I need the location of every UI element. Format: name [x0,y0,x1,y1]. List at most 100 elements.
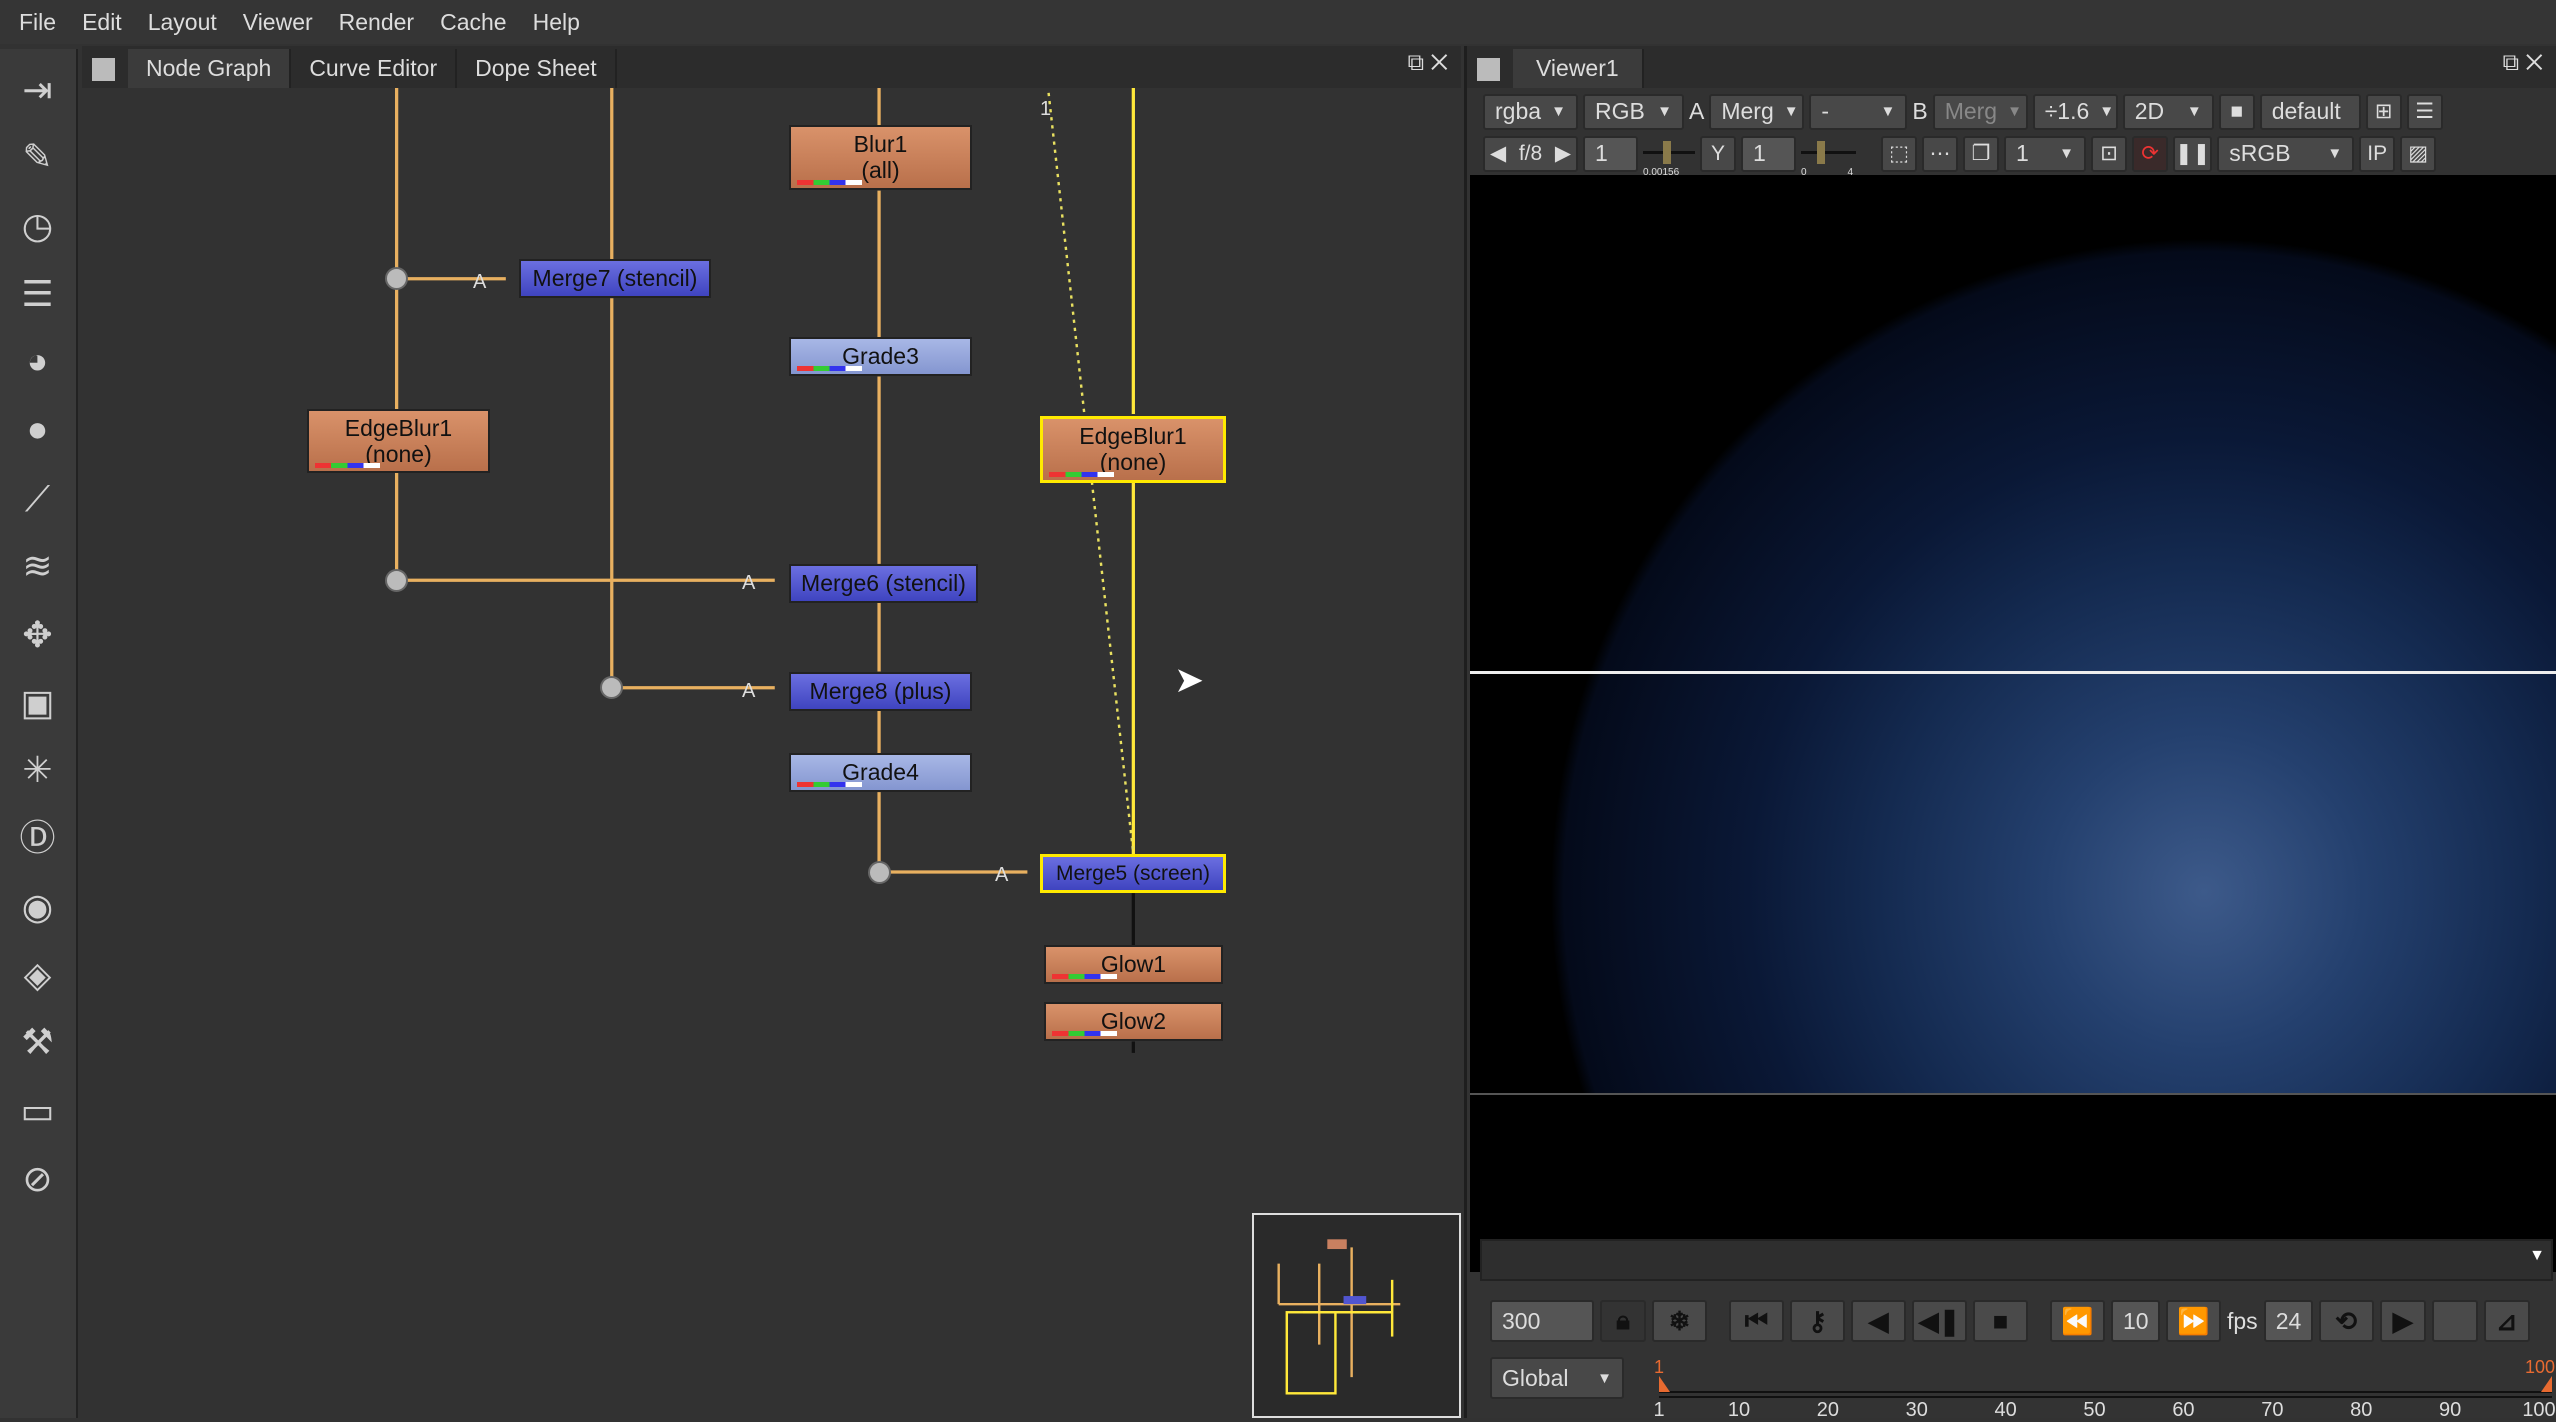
channel-icon[interactable]: ☰ [13,269,62,318]
particles-icon[interactable]: ✳ [13,745,62,794]
timeline-track[interactable]: ▼ [1480,1239,2553,1281]
keyer-icon[interactable]: ⟋ [13,474,62,523]
freeze-icon[interactable]: ❄ [1652,1300,1707,1342]
input-icon[interactable]: ⇥ [13,65,62,114]
node-glow1[interactable]: Glow1 [1044,945,1223,984]
stripes-icon[interactable]: ▨ [2400,135,2437,172]
camera-icon[interactable]: ■ [2218,93,2255,130]
dot-node[interactable] [868,861,891,884]
node-merge6[interactable]: Merge6 (stencil) [789,564,978,603]
frame-tick-label: 20 [1816,1399,1839,1421]
stop-icon[interactable]: ■ [1973,1300,2028,1342]
metadata-icon[interactable]: ◈ [13,950,62,999]
fstop-control[interactable]: ◀ f/8 ▶ [1483,135,1578,172]
range-mode-dropdown[interactable]: Global ▼ [1490,1357,1624,1399]
node-edgeblur1-left[interactable]: EdgeBlur1 (none) [307,409,490,473]
tab-node-graph[interactable]: Node Graph [128,49,292,88]
tab-curve-editor[interactable]: Curve Editor [291,49,458,88]
gain-slider[interactable]: 0.00156 [1643,136,1695,178]
node-edgeblur1-selected[interactable]: EdgeBlur1 (none) [1040,416,1226,483]
colorspace-dropdown[interactable]: sRGB ▼ [2217,135,2355,172]
step-forward-icon[interactable]: ⏩ [2166,1300,2221,1342]
input-a-dropdown[interactable]: Merg ▼ [1709,93,1805,130]
pause-icon[interactable]: ❚❚ [2173,135,2213,172]
node-merge7[interactable]: Merge7 (stencil) [519,259,711,298]
menu-render[interactable]: Render [326,9,427,36]
prev-frame-icon[interactable]: ◀ [1851,1300,1906,1342]
input-b-dropdown[interactable]: Merg ▼ [1932,93,2028,130]
gamma-button[interactable]: Y [1700,135,1736,172]
menu-layout[interactable]: Layout [135,9,230,36]
step-back-icon[interactable]: ⏪ [2050,1300,2105,1342]
transform-icon[interactable]: ✥ [13,610,62,659]
menu-file[interactable]: File [6,9,69,36]
view-mode-dropdown[interactable]: 2D ▼ [2122,93,2214,130]
blank-button[interactable] [2431,1300,2478,1342]
draw-icon[interactable]: ✎ [13,132,62,181]
gamma-field[interactable]: 1 [1741,135,1796,172]
deep-icon[interactable]: Ⓓ [13,813,62,862]
input-process-button[interactable]: IP [2359,135,2396,172]
fps-field[interactable]: 24 [2263,1300,2313,1342]
frame-tick-label: 70 [2261,1399,2284,1421]
3d-icon[interactable]: ▣ [13,678,62,727]
tab-dope-sheet[interactable]: Dope Sheet [457,49,617,88]
loop-icon[interactable]: ⟲ [2318,1300,2374,1342]
node-graph-minimap[interactable] [1252,1213,1461,1418]
menu-viewer[interactable]: Viewer [230,9,326,36]
panel-float-close-icons[interactable]: ⧉ ✕ [2503,49,2543,76]
gamma-slider[interactable]: 04 [1801,136,1856,178]
dot-node[interactable] [385,267,408,290]
in-point-marker[interactable] [1659,1376,1670,1392]
node-grade4[interactable]: Grade4 [789,753,972,792]
roi-icon[interactable]: ⊞ [2365,93,2402,130]
node-glow2[interactable]: Glow2 [1044,1002,1223,1041]
refresh-icon[interactable]: ⟳ [2132,135,2168,172]
node-grade3[interactable]: Grade3 [789,337,972,376]
proxy-dropdown[interactable]: 1 ▼ [2004,135,2086,172]
menu-cache[interactable]: Cache [427,9,519,36]
node-merge5[interactable]: Merge5 (screen) [1040,854,1226,893]
furnace-icon[interactable]: ⊘ [13,1154,62,1203]
menu-edit[interactable]: Edit [69,9,135,36]
downscale-dropdown[interactable]: ÷1.6 ▼ [2032,93,2118,130]
wipe-icon[interactable]: ⋯ [1922,135,1958,172]
prev-keyframe-icon[interactable]: ⚷ [1790,1300,1845,1342]
frame-field[interactable]: 300 [1490,1300,1594,1342]
views-icon[interactable]: ◉ [13,882,62,931]
node-merge8[interactable]: Merge8 (plus) [789,672,972,711]
dot-node[interactable] [600,676,623,699]
tab-viewer1[interactable]: Viewer1 [1513,49,1644,88]
display-channel-dropdown[interactable]: RGB ▼ [1583,93,1684,130]
node-blur1[interactable]: Blur1 (all) [789,125,972,190]
toolsets-icon[interactable]: ⚒ [13,1017,62,1066]
viewer-image[interactable] [1470,175,2556,1093]
panel-float-close-icons[interactable]: ⧉ ✕ [1408,49,1448,76]
time-icon[interactable]: ◷ [13,201,62,250]
dot-node[interactable] [385,569,408,592]
gain-field[interactable]: 1 [1583,135,1638,172]
channels-dropdown[interactable]: rgba ▼ [1483,93,1578,130]
frame-ruler[interactable]: 1 100 1 10 20 30 40 50 60 70 80 90 100 [1653,1357,2555,1421]
lut-dropdown[interactable]: default [2259,93,2361,130]
play-icon[interactable]: ▶ [2379,1300,2426,1342]
overlay-icon[interactable]: ❐ [1963,135,1999,172]
compare-mode-dropdown[interactable]: - ▼ [1809,93,1908,130]
timeline-ruler-icon[interactable]: ⊿ [2483,1300,2530,1342]
play-backward-icon[interactable]: ◀❚ [1912,1300,1967,1342]
filter-icon[interactable]: ● [13,404,62,453]
first-frame-icon[interactable]: ⏮ [1729,1300,1784,1342]
lock-icon[interactable]: 🔒︎ [1600,1300,1646,1342]
roi-button-icon[interactable]: ⬚ [1881,135,1917,172]
viewer-settings-icon[interactable]: ☰ [2406,93,2443,130]
color-icon[interactable]: ◕ [13,336,62,385]
panel-menu-icon[interactable] [1477,58,1500,81]
merge-icon[interactable]: ≋ [13,541,62,590]
panel-menu-icon[interactable] [92,58,115,81]
menu-help[interactable]: Help [520,9,593,36]
out-point-marker[interactable] [2541,1376,2552,1392]
clip-warning-icon[interactable]: ⊡ [2091,135,2127,172]
node-graph-canvas[interactable]: 1 A A A A Blur1 (all) Merge7 (stencil) Gr… [82,88,1461,1418]
step-field[interactable]: 10 [2111,1300,2160,1342]
other-icon[interactable]: ▭ [13,1086,62,1135]
